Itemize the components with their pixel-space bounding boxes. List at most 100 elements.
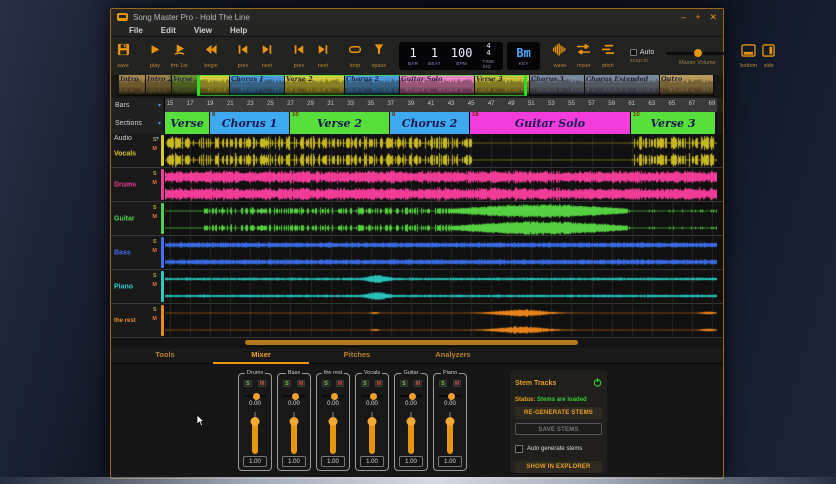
overview-segment[interactable]: Verse 3: [475, 75, 530, 96]
volume-fader-knob[interactable]: [445, 417, 455, 426]
show-in-explorer-button[interactable]: SHOW IN EXPLORER: [515, 461, 602, 473]
pan-knob[interactable]: [369, 392, 377, 400]
menu-item-file[interactable]: File: [129, 26, 143, 35]
bars-header[interactable]: Bars ▾: [111, 98, 165, 112]
track-solo-button[interactable]: S: [153, 273, 157, 279]
channel-mute-button[interactable]: M: [297, 380, 305, 387]
volume-fader-knob[interactable]: [367, 417, 377, 426]
maximize-button[interactable]: +: [695, 12, 700, 22]
master-volume-slider[interactable]: [666, 49, 729, 57]
volume-fader-knob[interactable]: [406, 417, 416, 426]
channel-mute-button[interactable]: M: [258, 380, 266, 387]
track-solo-button[interactable]: S: [153, 205, 157, 211]
track-mute-button[interactable]: M: [152, 316, 157, 322]
channel-mute-button[interactable]: M: [375, 380, 383, 387]
pan-slider[interactable]: [283, 392, 305, 400]
pan-knob[interactable]: [252, 392, 260, 400]
overview-segment[interactable]: Verse 2: [285, 75, 345, 96]
section-chorus-1[interactable]: 8 Chorus 1: [210, 112, 290, 134]
channel-solo-button[interactable]: S: [322, 380, 330, 387]
channel-solo-button[interactable]: S: [439, 380, 447, 387]
channel-solo-button[interactable]: S: [361, 380, 369, 387]
section-guitar-solo[interactable]: 16 Guitar Solo: [470, 112, 631, 134]
song-overview[interactable]: Intro Intro 2 Verse 1 Chorus 1 Verse 2 Chorus…: [119, 75, 714, 96]
overview-segment[interactable]: Chorus 3: [530, 75, 585, 96]
track-solo-button[interactable]: S: [153, 171, 157, 177]
play-button[interactable]: play: [146, 43, 164, 69]
space-button[interactable]: space: [370, 43, 388, 69]
begin-button[interactable]: begin: [202, 43, 220, 69]
track-header[interactable]: the rest S M: [111, 304, 165, 337]
track-mute-button[interactable]: M: [152, 248, 157, 254]
track-solo-button[interactable]: S: [153, 307, 157, 313]
pan-slider[interactable]: [322, 392, 344, 400]
overview-segment[interactable]: Chorus Extended: [585, 75, 660, 96]
track-lane[interactable]: [165, 202, 717, 236]
overview-segment[interactable]: Verse 1: [172, 75, 200, 96]
menu-item-view[interactable]: View: [194, 26, 212, 35]
channel-mute-button[interactable]: M: [453, 380, 461, 387]
tab-analyzers[interactable]: Analyzers: [405, 348, 501, 364]
wave-view-button[interactable]: wave: [551, 43, 569, 69]
overview-segment[interactable]: Chorus 1: [230, 75, 285, 96]
dock-bottom-button[interactable]: bottom: [740, 43, 757, 69]
bar-ruler[interactable]: 15 17 19 21 23 25 27 29 31 33 35 37 39 41 43 45 47 49 51 53…: [165, 98, 717, 112]
tab-mixer[interactable]: Mixer: [213, 348, 309, 364]
track-header[interactable]: Drums S M: [111, 168, 165, 201]
audio-group-header[interactable]: Audio ▾: [114, 135, 162, 142]
track-lane[interactable]: [165, 134, 717, 168]
pitch-view-button[interactable]: pitch: [599, 43, 617, 69]
volume-fader-knob[interactable]: [250, 417, 260, 426]
sections-header[interactable]: Sections ▾: [111, 112, 165, 134]
pan-slider[interactable]: [361, 392, 383, 400]
channel-solo-button[interactable]: S: [400, 380, 408, 387]
overview-segment[interactable]: Outro: [660, 75, 714, 96]
timeline-scrollbar[interactable]: [245, 340, 578, 345]
pan-knob[interactable]: [447, 392, 455, 400]
track-mute-button[interactable]: M: [152, 146, 157, 152]
overview-segment[interactable]: [200, 75, 230, 96]
overview-segment[interactable]: Chorus 2: [345, 75, 400, 96]
auto-generate-checkbox[interactable]: [515, 445, 523, 453]
regenerate-stems-button[interactable]: RE-GENERATE STEMS: [515, 407, 602, 419]
save-button[interactable]: save: [114, 43, 132, 69]
minimize-button[interactable]: –: [681, 12, 686, 22]
next-bar-button[interactable]: next: [258, 43, 276, 69]
menu-item-help[interactable]: Help: [230, 26, 247, 35]
close-button[interactable]: ✕: [709, 12, 717, 22]
track-lane[interactable]: [165, 304, 717, 338]
auto-snap-checkbox[interactable]: [629, 48, 637, 56]
track-header[interactable]: Bass S M: [111, 236, 165, 269]
section-verse-3[interactable]: 10 Verse 3: [631, 112, 716, 134]
channel-solo-button[interactable]: S: [283, 380, 291, 387]
overview-segment[interactable]: Guitar Solo: [400, 75, 475, 96]
save-stems-button[interactable]: SAVE STEMS: [515, 423, 602, 435]
track-lane[interactable]: [165, 270, 717, 304]
volume-fader-knob[interactable]: [289, 417, 299, 426]
prev-bar-button[interactable]: prev: [234, 43, 252, 69]
channel-mute-button[interactable]: M: [414, 380, 422, 387]
volume-fader-knob[interactable]: [328, 417, 338, 426]
section-chorus-2[interactable]: 8 Chorus 2: [390, 112, 470, 134]
track-header[interactable]: Piano S M: [111, 270, 165, 303]
next-section-button[interactable]: next: [314, 43, 332, 69]
menu-item-edit[interactable]: Edit: [161, 26, 176, 35]
track-mute-button[interactable]: M: [152, 180, 157, 186]
pan-slider[interactable]: [400, 392, 422, 400]
dock-side-button[interactable]: side: [762, 43, 775, 69]
prev-section-button[interactable]: prev: [290, 43, 308, 69]
overview-segment[interactable]: Intro: [119, 75, 146, 96]
pan-knob[interactable]: [330, 392, 338, 400]
section-verse[interactable]: Verse: [165, 112, 210, 134]
pan-knob[interactable]: [408, 392, 416, 400]
tab-pitches[interactable]: Pitches: [309, 348, 405, 364]
tab-tools[interactable]: Tools: [117, 348, 213, 364]
power-icon[interactable]: [593, 374, 602, 392]
master-volume-knob[interactable]: [694, 49, 703, 57]
section-verse-2[interactable]: 10 Verse 2: [290, 112, 390, 134]
mixer-view-button[interactable]: mixer: [575, 43, 593, 69]
pan-slider[interactable]: [244, 392, 266, 400]
pan-knob[interactable]: [291, 392, 299, 400]
channel-solo-button[interactable]: S: [244, 380, 252, 387]
channel-mute-button[interactable]: M: [336, 380, 344, 387]
